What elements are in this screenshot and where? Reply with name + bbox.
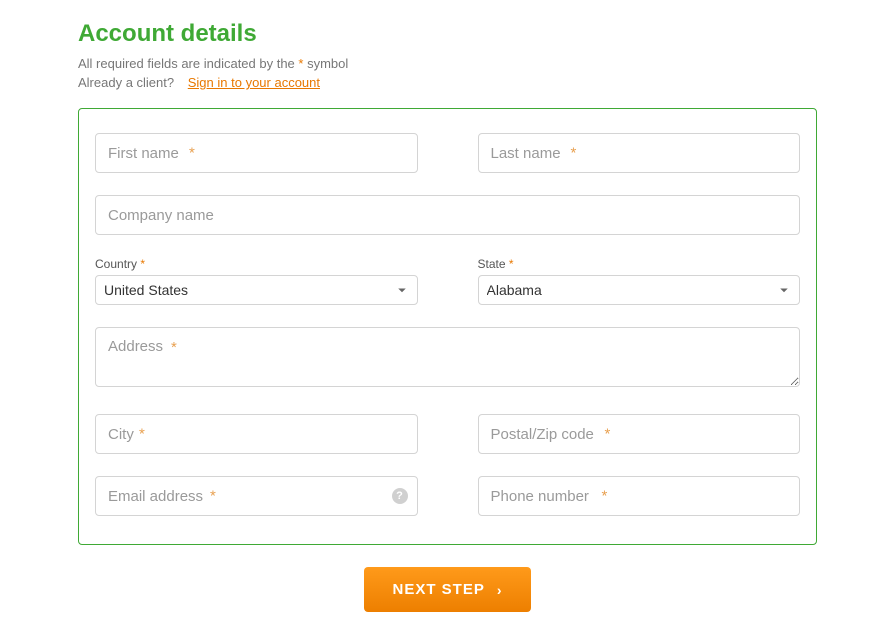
country-select[interactable]: United States [95,275,418,305]
phone-input[interactable] [478,476,801,516]
signin-line: Already a client? Sign in to your accoun… [78,75,817,90]
page-title: Account details [78,20,817,48]
city-input[interactable] [95,414,418,454]
first-name-input[interactable] [95,133,418,173]
next-step-button[interactable]: NEXT STEP › [364,567,530,612]
required-fields-note: All required fields are indicated by the… [78,56,817,71]
postal-input[interactable] [478,414,801,454]
chevron-right-icon: › [497,582,503,598]
state-select[interactable]: Alabama [478,275,801,305]
sign-in-link[interactable]: Sign in to your account [188,75,320,90]
state-label: State * [478,257,801,271]
help-icon[interactable]: ? [392,488,408,504]
company-name-input[interactable] [95,195,800,235]
last-name-input[interactable] [478,133,801,173]
address-input[interactable] [95,327,800,387]
country-label: Country * [95,257,418,271]
account-form: * * Country * United States [78,108,817,545]
email-input[interactable] [95,476,418,516]
